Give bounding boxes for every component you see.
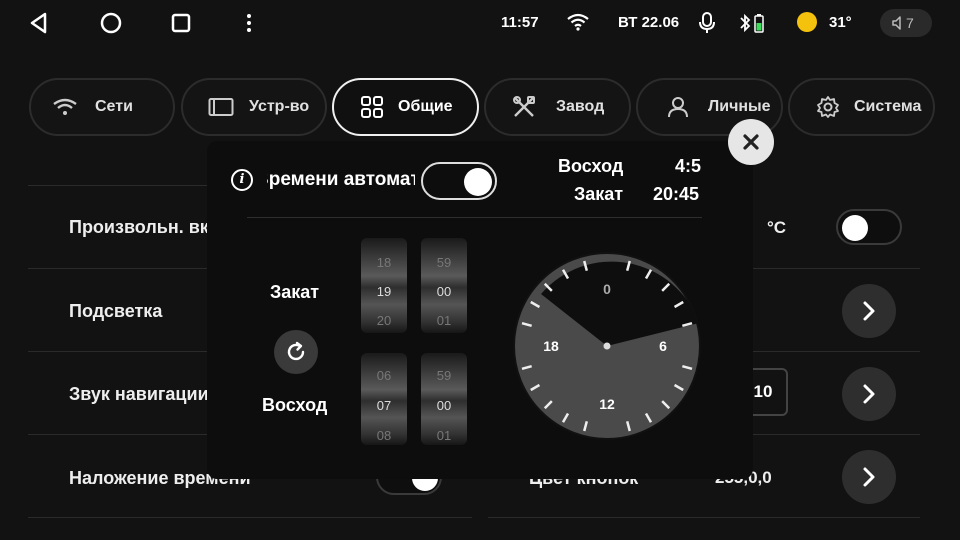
volume-level: 7 — [906, 15, 914, 31]
date: ВТ 22.06 — [618, 14, 680, 31]
status-bar: 11:57 ВТ 22.06 31° 7 — [0, 0, 960, 46]
tab-label: Сети — [95, 98, 133, 115]
wheel-value: 07 — [376, 398, 392, 413]
wheel-value: 19 — [376, 284, 392, 299]
nav-sound-arrow-button[interactable] — [842, 367, 896, 421]
picker-sunset-label: Закат — [270, 282, 320, 302]
wheel-value: 59 — [436, 255, 452, 270]
close-button[interactable] — [728, 119, 774, 165]
close-icon — [743, 134, 759, 150]
bluetooth-icon — [739, 13, 751, 38]
auto-time-label: Времени автомат — [267, 169, 415, 190]
recents-icon[interactable] — [166, 8, 196, 38]
chevron-right-icon — [863, 467, 875, 487]
wheel-value: 01 — [436, 313, 452, 328]
person-icon — [664, 93, 692, 121]
microphone-icon[interactable] — [698, 12, 716, 39]
tab-factory[interactable]: Завод — [484, 78, 631, 136]
speaker-icon — [892, 16, 902, 35]
divider — [488, 517, 920, 518]
wheel-value: 08 — [376, 428, 392, 443]
tab-general[interactable]: Общие — [332, 78, 479, 136]
tab-label: Завод — [556, 98, 605, 115]
battery-icon — [754, 13, 764, 38]
reset-button[interactable] — [274, 330, 318, 374]
sunrise-time: 4:5 — [675, 156, 702, 176]
sunset-label: Закат — [574, 184, 624, 204]
wheel-value: 00 — [436, 398, 452, 413]
temperature: 31° — [829, 14, 852, 31]
setting-label-nav-sound: Звук навигации — [69, 384, 209, 404]
wifi-icon — [51, 93, 79, 121]
sunrise-hour-wheel[interactable]: 06 07 08 — [361, 353, 407, 445]
tools-icon — [510, 93, 538, 121]
home-icon[interactable] — [96, 8, 126, 38]
tab-label: Общие — [398, 98, 453, 115]
more-icon[interactable] — [234, 8, 264, 38]
toggle-knob — [464, 168, 492, 196]
sunset-hour-wheel[interactable]: 18 19 20 — [361, 238, 407, 333]
button-color-arrow-button[interactable] — [842, 450, 896, 504]
gear-icon — [814, 93, 842, 121]
day-clock-dial: 0 18 6 12 — [499, 235, 703, 455]
chevron-right-icon — [863, 384, 875, 404]
wheel-value: 18 — [376, 255, 392, 270]
setting-label-custom-on: Произвольн. вкл. — [69, 217, 226, 237]
wifi-status-icon — [566, 12, 590, 37]
dial-label-6: 6 — [659, 338, 667, 354]
setting-label-backlight: Подсветка — [69, 301, 163, 321]
wheel-value: 00 — [436, 284, 452, 299]
dial-label-18: 18 — [543, 338, 559, 354]
sunset-time: 20:45 — [653, 184, 700, 204]
back-icon[interactable] — [24, 8, 54, 38]
volume-pill[interactable]: 7 — [880, 9, 932, 37]
tab-label: Система — [854, 98, 922, 115]
sun-time-dialog: i Времени автомат Восход 4:5 Закат 20:45… — [207, 141, 753, 479]
clock-time: 11:57 — [501, 14, 539, 31]
grid-icon — [358, 93, 386, 121]
backlight-arrow-button[interactable] — [842, 284, 896, 338]
auto-time-toggle[interactable] — [421, 162, 497, 200]
sun-icon — [797, 12, 817, 32]
tab-system[interactable]: Система — [788, 78, 935, 136]
tab-label: Личные — [708, 98, 771, 115]
tab-networks[interactable]: Сети — [29, 78, 175, 136]
dialog-divider — [247, 217, 702, 218]
device-icon — [207, 93, 235, 121]
wheel-value: 59 — [436, 368, 452, 383]
sunrise-minute-wheel[interactable]: 59 00 01 — [421, 353, 467, 445]
tab-label: Устр-во — [249, 98, 310, 115]
temp-toggle[interactable] — [836, 209, 902, 245]
tab-device[interactable]: Устр-во — [181, 78, 327, 136]
temp-unit: °C — [767, 218, 787, 237]
sunrise-label: Восход — [558, 156, 624, 176]
dial-label-0: 0 — [603, 281, 611, 297]
wheel-value: 20 — [376, 313, 392, 328]
divider — [28, 517, 472, 518]
info-icon[interactable]: i — [231, 169, 253, 191]
wheel-value: 01 — [436, 428, 452, 443]
picker-sunrise-label: Восход — [262, 395, 328, 415]
wheel-value: 06 — [376, 368, 392, 383]
dial-label-12: 12 — [599, 396, 615, 412]
refresh-icon — [287, 341, 305, 361]
chevron-right-icon — [863, 301, 875, 321]
sunset-minute-wheel[interactable]: 59 00 01 — [421, 238, 467, 333]
auto-time-label-clip: Времени автомат — [267, 169, 415, 195]
value-10: 10 — [753, 382, 773, 401]
